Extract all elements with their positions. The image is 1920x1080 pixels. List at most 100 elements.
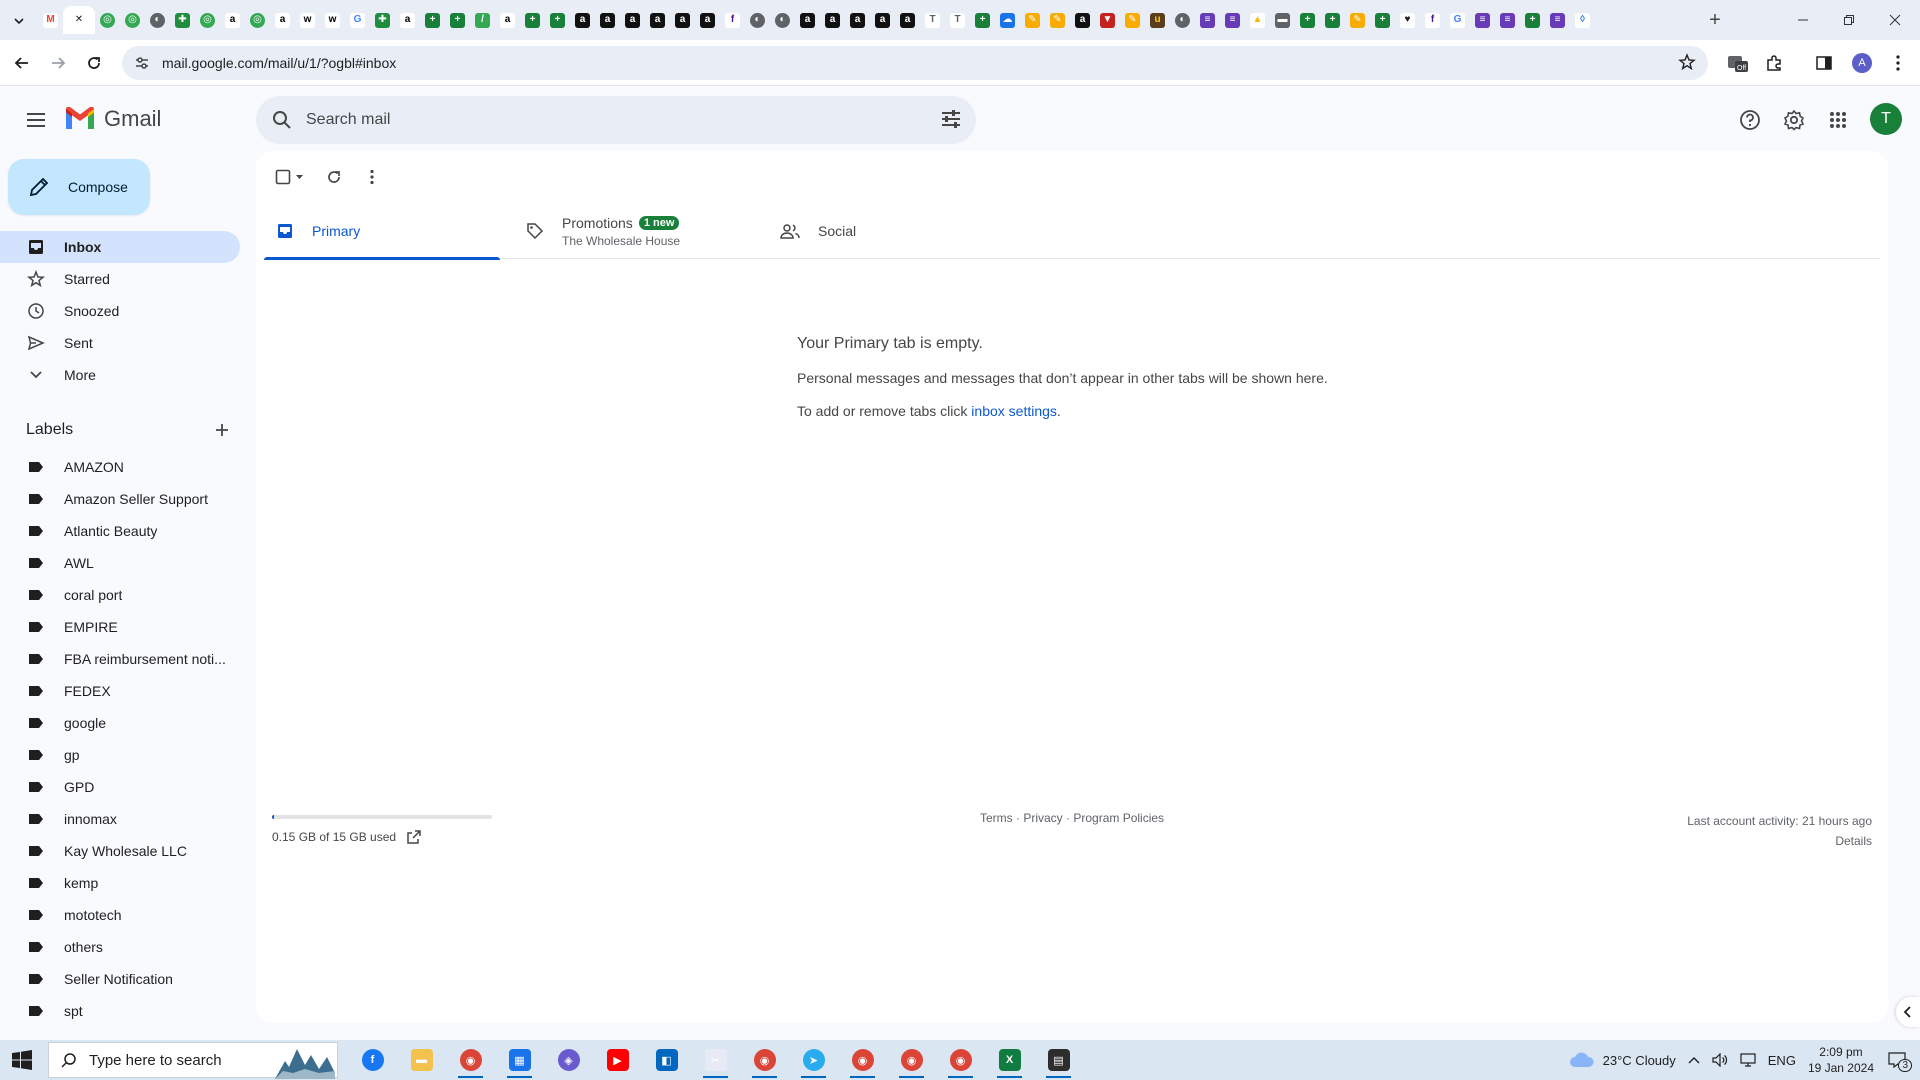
browser-tab[interactable]: a bbox=[670, 6, 695, 34]
browser-tab[interactable]: a bbox=[595, 6, 620, 34]
browser-tab[interactable]: ▼ bbox=[1095, 6, 1120, 34]
open-storage-link[interactable] bbox=[406, 829, 422, 845]
taskbar-app[interactable]: X bbox=[985, 1042, 1034, 1078]
browser-tab[interactable]: + bbox=[1370, 6, 1395, 34]
browser-tab[interactable]: + bbox=[970, 6, 995, 34]
tab-social[interactable]: Social bbox=[780, 203, 1016, 259]
active-tab-close-button[interactable]: ✕ bbox=[63, 6, 95, 34]
privacy-link[interactable]: Privacy bbox=[1023, 811, 1062, 825]
browser-tab[interactable]: ◊ bbox=[1570, 6, 1595, 34]
browser-tab[interactable]: + bbox=[545, 6, 570, 34]
weather-widget[interactable]: 23°C Cloudy bbox=[1569, 1052, 1676, 1068]
nav-item-snoozed[interactable]: Snoozed bbox=[0, 295, 240, 327]
activity-details-link[interactable]: Details bbox=[1687, 831, 1872, 851]
create-label-button[interactable] bbox=[210, 418, 234, 442]
browser-tab[interactable]: ✎ bbox=[1345, 6, 1370, 34]
browser-tab[interactable]: + bbox=[520, 6, 545, 34]
url-text[interactable]: mail.google.com/mail/u/1/?ogbl#inbox bbox=[162, 55, 396, 71]
browser-tab[interactable]: a bbox=[270, 6, 295, 34]
taskbar-search[interactable]: Type here to search bbox=[48, 1042, 338, 1079]
network-button[interactable] bbox=[1740, 1053, 1756, 1067]
label-item[interactable]: FEDEX bbox=[0, 675, 240, 707]
account-avatar[interactable]: T bbox=[1870, 103, 1902, 135]
browser-tab[interactable]: ✚ bbox=[170, 6, 195, 34]
nav-item-more[interactable]: More bbox=[0, 359, 240, 391]
search-bar[interactable] bbox=[256, 96, 976, 144]
browser-tab[interactable]: ◎ bbox=[195, 6, 220, 34]
browser-tab[interactable]: G bbox=[345, 6, 370, 34]
support-button[interactable] bbox=[1734, 104, 1766, 136]
browser-tab[interactable]: a bbox=[845, 6, 870, 34]
minimize-button[interactable] bbox=[1780, 6, 1826, 34]
browser-tab[interactable]: a bbox=[870, 6, 895, 34]
program-policies-link[interactable]: Program Policies bbox=[1073, 811, 1164, 825]
label-item[interactable]: google bbox=[0, 707, 240, 739]
more-actions-button[interactable] bbox=[358, 163, 386, 191]
browser-tab[interactable]: a bbox=[1070, 6, 1095, 34]
browser-tab[interactable]: a bbox=[795, 6, 820, 34]
tab-promotions[interactable]: Promotions 1 new The Wholesale House bbox=[526, 203, 762, 259]
browser-tab[interactable]: a bbox=[495, 6, 520, 34]
inbox-settings-link[interactable]: inbox settings bbox=[971, 403, 1057, 419]
taskbar-app[interactable]: ▬ bbox=[397, 1042, 446, 1078]
gmail-logo[interactable]: Gmail bbox=[64, 106, 161, 132]
label-item[interactable]: innomax bbox=[0, 803, 240, 835]
profile-button[interactable]: A bbox=[1850, 51, 1874, 75]
taskbar-app[interactable]: ◉ bbox=[740, 1042, 789, 1078]
browser-tab[interactable]: + bbox=[1320, 6, 1345, 34]
notifications-button[interactable]: 3 bbox=[1888, 1052, 1912, 1072]
browser-tab[interactable]: w bbox=[320, 6, 345, 34]
nav-item-sent[interactable]: Sent bbox=[0, 327, 240, 359]
label-item[interactable]: mototech bbox=[0, 899, 240, 931]
coupon-extension-icon[interactable]: Off bbox=[1726, 51, 1750, 75]
extensions-icon[interactable] bbox=[1762, 51, 1786, 75]
taskbar-app[interactable]: ◉ bbox=[838, 1042, 887, 1078]
taskbar-app[interactable]: ➤ bbox=[789, 1042, 838, 1078]
taskbar-app[interactable]: ▶ bbox=[593, 1042, 642, 1078]
tab-search-button[interactable] bbox=[6, 8, 32, 34]
site-settings-icon[interactable] bbox=[134, 55, 150, 71]
label-item[interactable]: spt bbox=[0, 995, 240, 1027]
back-button[interactable] bbox=[8, 49, 36, 77]
label-item[interactable]: coral port bbox=[0, 579, 240, 611]
google-apps-button[interactable] bbox=[1822, 104, 1854, 136]
nav-item-starred[interactable]: Starred bbox=[0, 263, 240, 295]
browser-tab[interactable]: T bbox=[945, 6, 970, 34]
settings-button[interactable] bbox=[1778, 104, 1810, 136]
browser-tab[interactable]: ≡ bbox=[1470, 6, 1495, 34]
browser-tab[interactable]: + bbox=[1295, 6, 1320, 34]
side-panel-toggle[interactable] bbox=[1896, 997, 1920, 1027]
browser-tab[interactable]: w bbox=[295, 6, 320, 34]
label-item[interactable]: FBA reimbursement noti... bbox=[0, 643, 240, 675]
taskbar-app[interactable]: ◧ bbox=[642, 1042, 691, 1078]
browser-tab[interactable]: ◐ bbox=[770, 6, 795, 34]
label-item[interactable]: others bbox=[0, 931, 240, 963]
bookmark-star-icon[interactable] bbox=[1678, 53, 1696, 76]
label-item[interactable]: EMPIRE bbox=[0, 611, 240, 643]
browser-tab[interactable]: ◎ bbox=[120, 6, 145, 34]
terms-link[interactable]: Terms bbox=[980, 811, 1013, 825]
browser-tab[interactable]: u bbox=[1145, 6, 1170, 34]
start-button[interactable] bbox=[12, 1050, 32, 1075]
browser-tab[interactable]: ✎ bbox=[1020, 6, 1045, 34]
search-options-button[interactable] bbox=[940, 108, 962, 135]
browser-tab[interactable]: ♥ bbox=[1395, 6, 1420, 34]
close-window-button[interactable] bbox=[1872, 6, 1918, 34]
browser-tab[interactable]: a bbox=[820, 6, 845, 34]
language-indicator[interactable]: ENG bbox=[1768, 1053, 1796, 1068]
browser-tab[interactable]: a bbox=[220, 6, 245, 34]
show-hidden-icons-button[interactable] bbox=[1688, 1056, 1700, 1064]
taskbar-app[interactable]: ▦ bbox=[495, 1042, 544, 1078]
label-item[interactable]: gp bbox=[0, 739, 240, 771]
main-menu-button[interactable] bbox=[20, 104, 52, 136]
browser-tab[interactable]: ◎ bbox=[95, 6, 120, 34]
volume-button[interactable] bbox=[1712, 1053, 1728, 1067]
browser-tab[interactable]: G bbox=[1445, 6, 1470, 34]
taskbar-app[interactable]: ◉ bbox=[887, 1042, 936, 1078]
browser-tab[interactable]: a bbox=[695, 6, 720, 34]
label-item[interactable]: Amazon Seller Support bbox=[0, 483, 240, 515]
browser-tab[interactable]: ◐ bbox=[1170, 6, 1195, 34]
browser-tab[interactable]: f bbox=[1420, 6, 1445, 34]
system-clock[interactable]: 2:09 pm 19 Jan 2024 bbox=[1808, 1044, 1874, 1076]
new-tab-button[interactable]: + bbox=[1703, 8, 1727, 32]
